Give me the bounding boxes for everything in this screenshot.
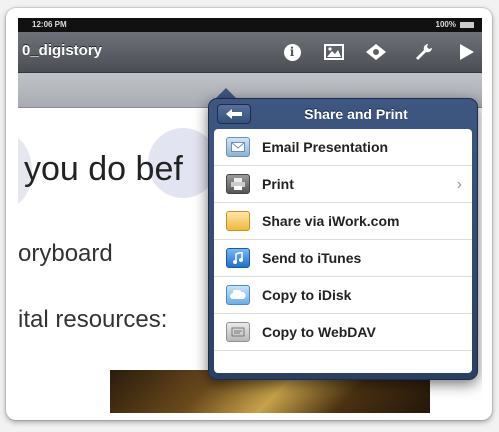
iwork-icon [226,211,250,231]
ipad-screen: 12:06 PM 100% 0_digistory i you do bef o… [18,18,482,413]
idisk-icon [226,285,250,305]
info-icon[interactable]: i [280,40,304,64]
printer-icon [226,174,250,194]
diamond-icon[interactable] [364,40,388,64]
slide-text-line: ital resources: [18,306,168,333]
popover-header: Share and Print [209,99,477,129]
menu-item-label: Send to iTunes [262,250,362,266]
itunes-icon [226,248,250,268]
screenshot-frame: 12:06 PM 100% 0_digistory i you do bef o… [6,8,492,420]
menu-item-email-presentation[interactable]: Email Presentation [214,129,472,166]
document-title[interactable]: 0_digistory [22,42,102,59]
menu-item-share-via-iwork[interactable]: Share via iWork.com [214,203,472,240]
menu-item-label: Copy to iDisk [262,287,352,303]
play-icon[interactable] [454,40,478,64]
menu-item-copy-to-webdav[interactable]: Copy to WebDAV [214,314,472,351]
menu-item-label: Copy to WebDAV [262,324,376,340]
menu-item-copy-to-idisk[interactable]: Copy to iDisk [214,277,472,314]
arrow-left-icon [226,109,242,119]
back-button[interactable] [217,104,251,124]
menu-item-send-to-itunes[interactable]: Send to iTunes [214,240,472,277]
chevron-right-icon: › [456,176,462,193]
menu-item-label: Email Presentation [262,139,389,155]
menu-item-print[interactable]: Print › [214,166,472,203]
envelope-icon [226,137,250,157]
status-time: 12:06 PM [32,20,67,29]
slide-text-line: oryboard [18,240,113,267]
battery-icon [460,22,474,28]
wrench-icon[interactable] [412,40,436,64]
toolbar: 0_digistory i [18,32,482,73]
webdav-icon [226,322,250,342]
image-icon[interactable] [322,40,346,64]
menu-item-label: Print [262,176,294,192]
menu-item-label: Share via iWork.com [262,213,400,229]
battery-percentage: 100% [435,20,456,29]
share-menu: Email Presentation Print › Share via iWo… [214,129,472,373]
share-and-print-popover: Share and Print Email Presentation Print… [208,98,478,380]
status-bar: 12:06 PM 100% [18,18,482,32]
slide-heading: you do bef [24,150,183,188]
